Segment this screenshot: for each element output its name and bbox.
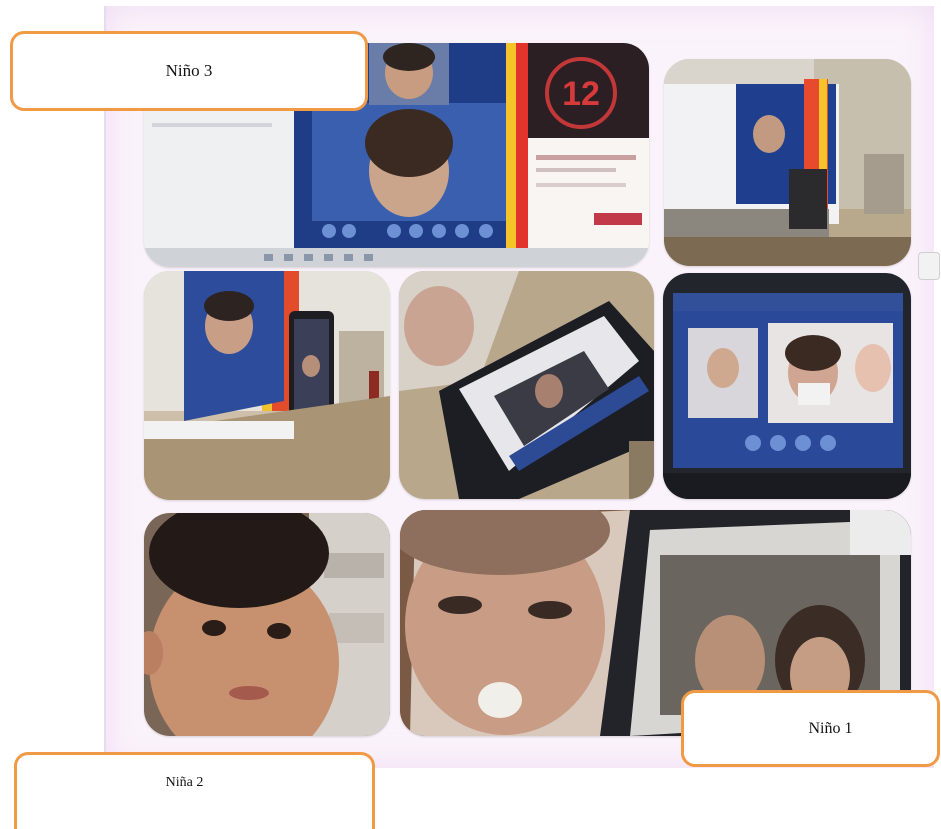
photo-laptop-in-room [664, 59, 911, 266]
label-nina-2-text: Niña 2 [165, 775, 204, 790]
label-nino-1: Niño 1 [681, 690, 940, 767]
photo-girl-closeup [144, 513, 390, 736]
edge-handle [918, 252, 940, 280]
label-nina-2: Niña 2 [14, 752, 375, 829]
photo-laptop-and-phone-on-desk [144, 271, 390, 500]
label-nino-3-text: Niño 3 [165, 61, 213, 80]
photo1-badge: 12 [562, 75, 600, 113]
photo-tablet-video-call-angled [399, 271, 654, 499]
label-nino-3: Niño 3 [10, 31, 368, 111]
label-nino-1-text: Niño 1 [808, 719, 853, 737]
photo-tablet-video-call-participants [663, 273, 911, 499]
